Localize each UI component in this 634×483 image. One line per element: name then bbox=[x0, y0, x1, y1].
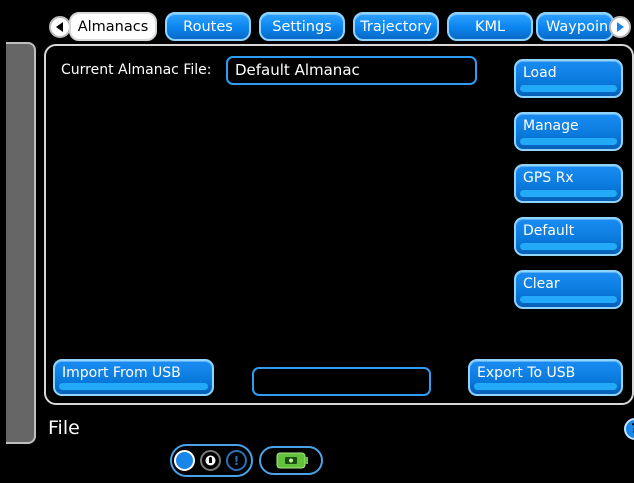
tab-settings[interactable]: Settings bbox=[259, 12, 345, 41]
button-highlight bbox=[59, 383, 208, 390]
default-button-label: Default bbox=[523, 223, 575, 239]
tab-trajectory[interactable]: Trajectory bbox=[353, 12, 439, 41]
manage-button-label: Manage bbox=[523, 118, 579, 134]
usb-filename-field[interactable] bbox=[252, 367, 431, 396]
battery-indicator[interactable] bbox=[259, 446, 323, 475]
clear-button-label: Clear bbox=[523, 276, 560, 292]
button-highlight bbox=[474, 383, 617, 390]
gps-rx-button[interactable]: GPS Rx bbox=[514, 164, 623, 203]
load-button-label: Load bbox=[523, 65, 557, 81]
page-title: File bbox=[48, 417, 80, 439]
help-icon[interactable]: ? bbox=[624, 418, 634, 440]
tab-waypoints[interactable]: Waypoin bbox=[536, 12, 614, 41]
battery-icon bbox=[276, 452, 308, 469]
load-button[interactable]: Load bbox=[514, 59, 623, 98]
lock-icon bbox=[200, 450, 221, 471]
export-to-usb-label: Export To USB bbox=[477, 365, 576, 381]
button-highlight bbox=[520, 190, 617, 197]
side-drawer-handle[interactable] bbox=[6, 42, 36, 444]
import-from-usb-button[interactable]: Import From USB bbox=[53, 359, 214, 396]
button-highlight bbox=[520, 138, 617, 145]
default-button[interactable]: Default bbox=[514, 217, 623, 256]
gps-rx-button-label: GPS Rx bbox=[523, 170, 574, 186]
left-arrow-icon bbox=[56, 22, 63, 32]
button-highlight bbox=[520, 85, 617, 92]
current-almanac-label: Current Almanac File: bbox=[61, 62, 212, 78]
right-arrow-icon bbox=[617, 22, 624, 32]
manage-button[interactable]: Manage bbox=[514, 112, 623, 151]
current-almanac-field[interactable]: Default Almanac bbox=[226, 56, 477, 85]
tab-almanacs[interactable]: Almanacs bbox=[69, 12, 157, 41]
tab-routes[interactable]: Routes bbox=[165, 12, 251, 41]
clear-button[interactable]: Clear bbox=[514, 270, 623, 309]
alert-icon: ! bbox=[226, 450, 247, 471]
export-to-usb-button[interactable]: Export To USB bbox=[468, 359, 623, 396]
status-circle-icon bbox=[174, 450, 195, 471]
button-highlight bbox=[520, 243, 617, 250]
tab-kml[interactable]: KML bbox=[447, 12, 533, 41]
tab-scroll-right-button[interactable] bbox=[609, 16, 631, 38]
import-from-usb-label: Import From USB bbox=[62, 365, 181, 381]
tab-scroll-left-button[interactable] bbox=[49, 16, 71, 38]
status-indicators[interactable]: ! bbox=[170, 444, 253, 477]
button-highlight bbox=[520, 296, 617, 303]
